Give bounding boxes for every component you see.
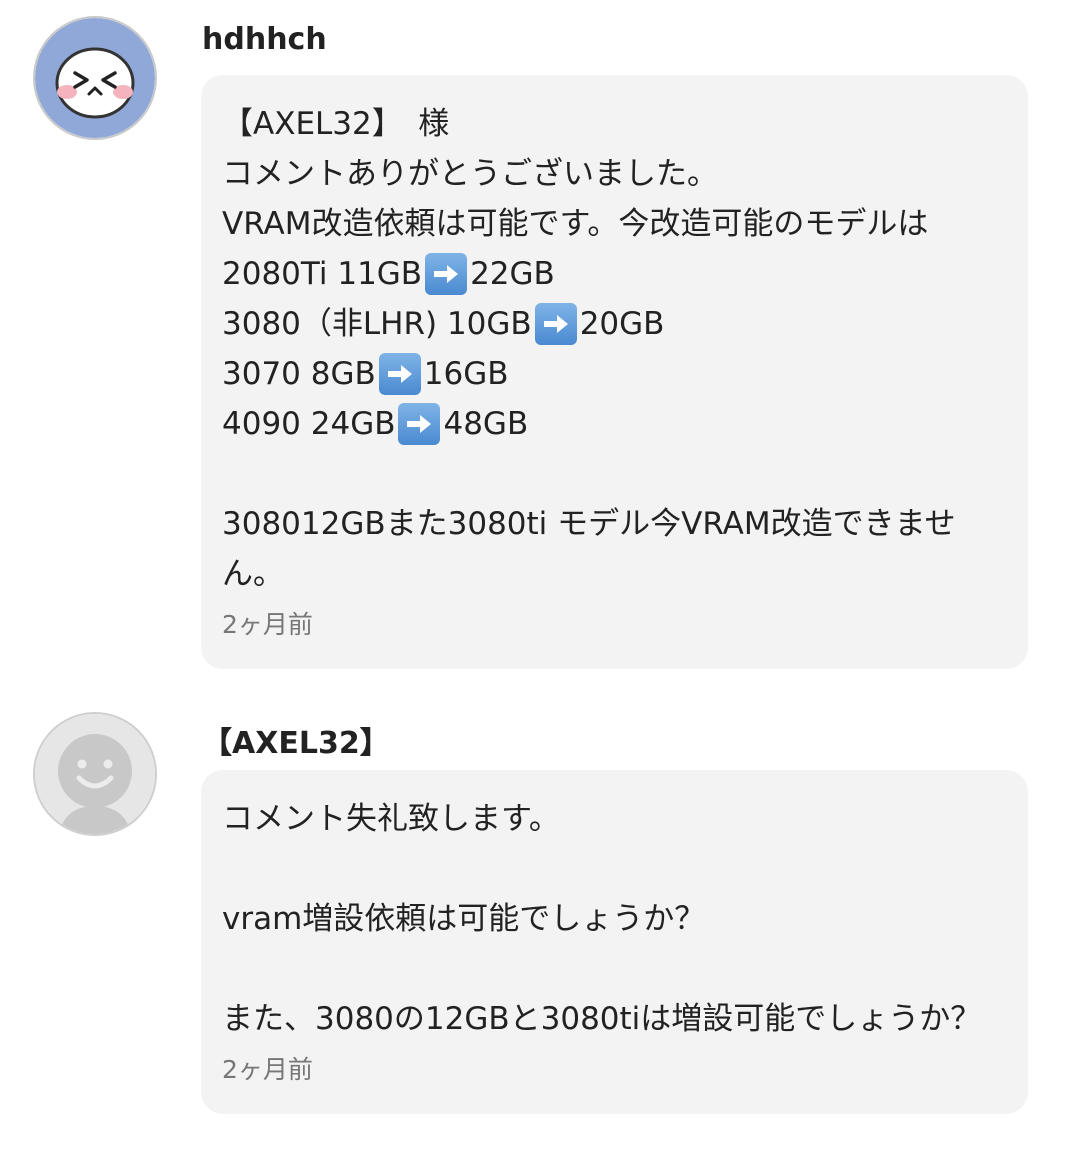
upgrade-to: 22GB	[470, 256, 555, 292]
upgrade-to: 16GB	[423, 356, 509, 392]
comment-line: コメントありがとうございました。	[222, 156, 718, 192]
upgrade-from: 3070 8GB	[222, 356, 376, 392]
comment-line: 【AXEL32】 様	[222, 106, 450, 142]
comment-username[interactable]: hdhhch	[202, 22, 327, 57]
right-arrow-icon	[425, 253, 468, 295]
comment-timestamp: 2ヶ月前	[222, 610, 313, 639]
comment-line-blank	[222, 944, 1008, 994]
comment-line: 308012GBまた3080ti モデル今VRAM改造できませ	[222, 506, 956, 542]
comment-bubble: 【AXEL32】 様 コメントありがとうございました。 VRAM改造依頼は可能で…	[201, 75, 1028, 669]
right-arrow-icon	[398, 403, 441, 445]
upgrade-from: 3080（非LHR) 10GB	[222, 306, 532, 342]
comment-line-upgrade: 2080Ti 11GB 22GB	[222, 249, 1008, 299]
comment-line-blank	[222, 844, 1008, 894]
right-arrow-icon	[378, 353, 421, 395]
comment-line: ん。	[222, 556, 284, 592]
upgrade-from: 2080Ti 11GB	[222, 256, 423, 292]
upgrade-to: 20GB	[579, 306, 665, 342]
comment-bubble: コメント失礼致します。 vram増設依頼は可能でしょうか？ また、3080の12…	[201, 770, 1028, 1114]
comment-line-upgrade: 3070 8GB 16GB	[222, 349, 1008, 399]
upgrade-to: 48GB	[443, 406, 529, 442]
right-arrow-icon	[534, 303, 577, 345]
upgrade-from: 4090 24GB	[222, 406, 396, 442]
avatar[interactable]	[33, 16, 157, 140]
comment-line-upgrade: 4090 24GB 48GB	[222, 399, 1008, 449]
comment-line-blank	[222, 449, 1008, 499]
laughing-face-icon	[35, 18, 155, 138]
comment-timestamp: 2ヶ月前	[222, 1055, 313, 1084]
default-user-icon	[35, 714, 155, 834]
comment-line-upgrade: 3080（非LHR) 10GB 20GB	[222, 299, 1008, 349]
comment-line: vram増設依頼は可能でしょうか？	[222, 901, 706, 937]
comment-line: VRAM改造依頼は可能です。今改造可能のモデルは	[222, 206, 929, 242]
comment-line: また、3080の12GBと3080tiは増設可能でしょうか？	[222, 1001, 982, 1037]
comment-line: コメント失礼致します。	[222, 801, 560, 837]
avatar[interactable]	[33, 712, 157, 836]
comment-username[interactable]: 【AXEL32】	[202, 718, 390, 762]
